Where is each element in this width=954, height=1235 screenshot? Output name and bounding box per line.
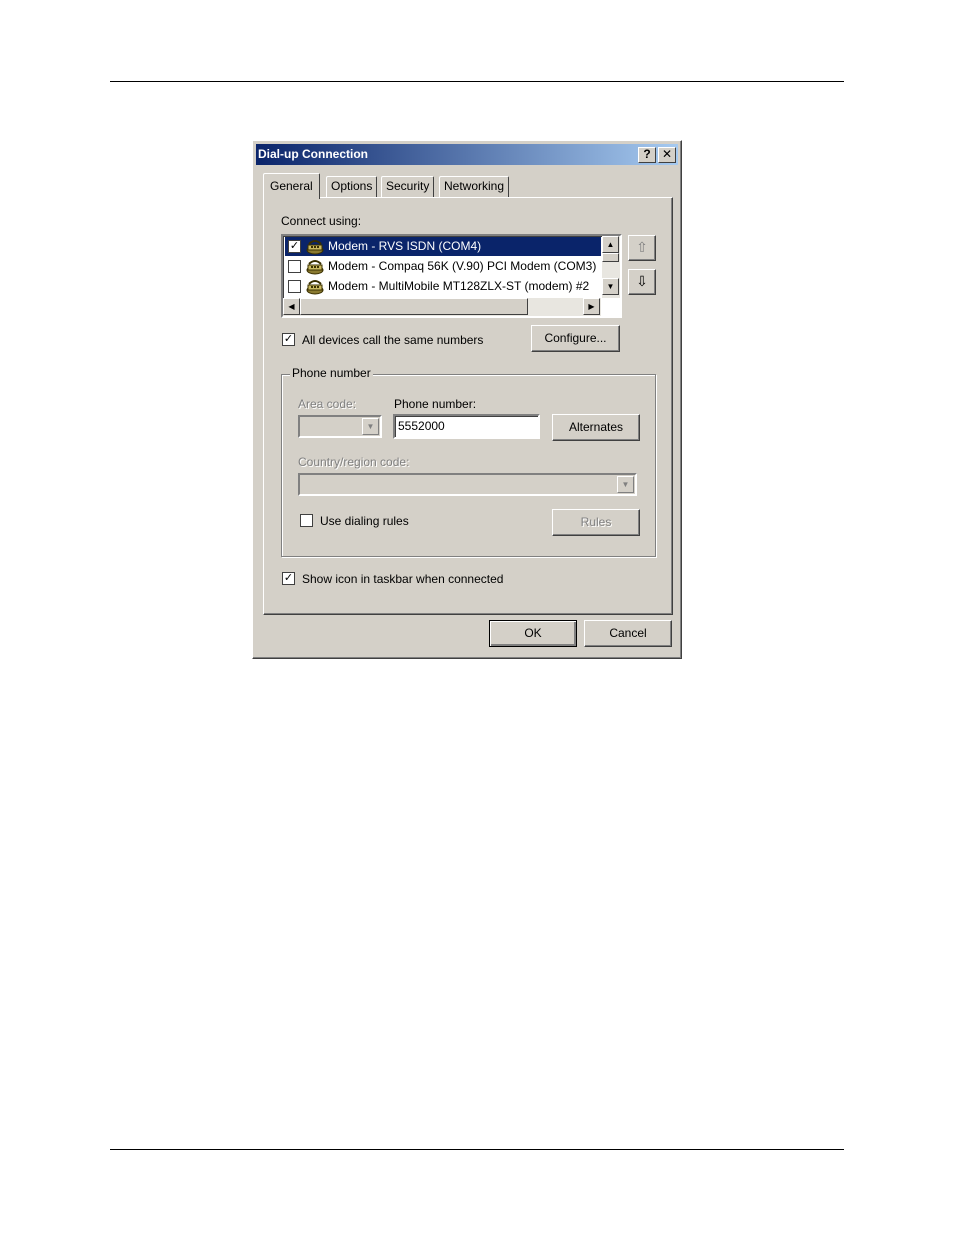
modem-icon	[306, 240, 324, 255]
show-icon-taskbar-checkbox[interactable]: ✓	[282, 572, 295, 585]
rules-button[interactable]: Rules	[552, 509, 640, 536]
footer-rule	[110, 1149, 844, 1150]
alternates-button[interactable]: Alternates	[552, 414, 640, 441]
use-dialing-rules-label[interactable]: Use dialing rules	[320, 514, 409, 528]
close-icon: ✕	[661, 147, 673, 161]
device-list-horizontal-scrollbar[interactable]: ◀ ▶	[283, 298, 601, 316]
all-devices-same-numbers-label[interactable]: All devices call the same numbers	[302, 333, 483, 347]
connect-using-label: Connect using:	[281, 214, 362, 228]
configure-button[interactable]: Configure...	[531, 325, 620, 352]
move-down-button[interactable]: ⇩	[628, 269, 656, 295]
device-label: Modem - Compaq 56K (V.90) PCI Modem (COM…	[328, 259, 597, 273]
tab-general[interactable]: General	[263, 173, 320, 199]
device-row[interactable]: Modem - MultiMobile MT128ZLX-ST (modem) …	[285, 277, 601, 296]
title-bar[interactable]: Dial-up Connection ? ✕	[256, 144, 678, 165]
country-region-dropdown[interactable]: ▼	[298, 473, 637, 496]
device-checkbox[interactable]	[288, 280, 301, 293]
chevron-down-icon[interactable]: ▼	[617, 476, 634, 493]
tab-networking[interactable]: Networking	[439, 176, 510, 198]
phone-number-group: Phone number Area code: ▼ Phone number: …	[281, 366, 656, 557]
phone-number-label: Phone number:	[394, 397, 477, 411]
all-devices-same-numbers-checkbox[interactable]: ✓	[282, 333, 295, 346]
vertical-scroll-thumb[interactable]	[602, 253, 619, 262]
scroll-left-icon[interactable]: ◀	[283, 298, 300, 315]
help-icon: ?	[643, 147, 651, 161]
area-code-label: Area code:	[298, 397, 357, 411]
tab-security[interactable]: Security	[381, 176, 435, 198]
header-rule	[110, 81, 844, 82]
tab-options[interactable]: Options	[326, 176, 378, 198]
modem-icon	[306, 260, 324, 275]
general-tab-panel: Connect using: ✓ Modem - RVS ISDN (COM4)	[263, 197, 673, 615]
modem-icon	[306, 280, 324, 295]
close-button[interactable]: ✕	[658, 147, 676, 163]
scroll-up-icon[interactable]: ▲	[602, 236, 619, 253]
area-code-dropdown[interactable]: ▼	[298, 415, 382, 438]
move-up-button[interactable]: ⇧	[628, 235, 656, 261]
phone-number-group-title: Phone number	[290, 366, 373, 380]
ok-button[interactable]: OK	[489, 620, 577, 647]
device-list[interactable]: ✓ Modem - RVS ISDN (COM4) Modem - Compaq…	[281, 234, 622, 318]
dialog-title: Dial-up Connection	[258, 147, 368, 161]
device-list-vertical-scrollbar[interactable]: ▲ ▼	[602, 236, 620, 298]
cancel-button[interactable]: Cancel	[584, 620, 672, 647]
dial-up-connection-dialog: Dial-up Connection ? ✕ General Options S…	[252, 140, 682, 659]
device-checkbox[interactable]	[288, 260, 301, 273]
country-region-code-label: Country/region code:	[298, 455, 410, 469]
arrow-down-icon: ⇩	[636, 273, 648, 289]
phone-number-input[interactable]: 5552000	[393, 414, 540, 439]
use-dialing-rules-checkbox[interactable]	[300, 514, 313, 527]
scroll-right-icon[interactable]: ▶	[583, 298, 600, 315]
horizontal-scroll-thumb[interactable]	[300, 298, 528, 315]
help-button[interactable]: ?	[638, 147, 656, 163]
chevron-down-icon[interactable]: ▼	[362, 418, 379, 435]
arrow-up-icon: ⇧	[636, 239, 648, 255]
device-row[interactable]: ✓ Modem - RVS ISDN (COM4)	[285, 237, 601, 256]
device-label: Modem - MultiMobile MT128ZLX-ST (modem) …	[328, 279, 590, 293]
show-icon-taskbar-label[interactable]: Show icon in taskbar when connected	[302, 572, 503, 586]
scroll-down-icon[interactable]: ▼	[602, 278, 619, 295]
device-checkbox[interactable]: ✓	[288, 240, 301, 253]
device-label: Modem - RVS ISDN (COM4)	[328, 239, 482, 253]
device-row[interactable]: Modem - Compaq 56K (V.90) PCI Modem (COM…	[285, 257, 601, 276]
